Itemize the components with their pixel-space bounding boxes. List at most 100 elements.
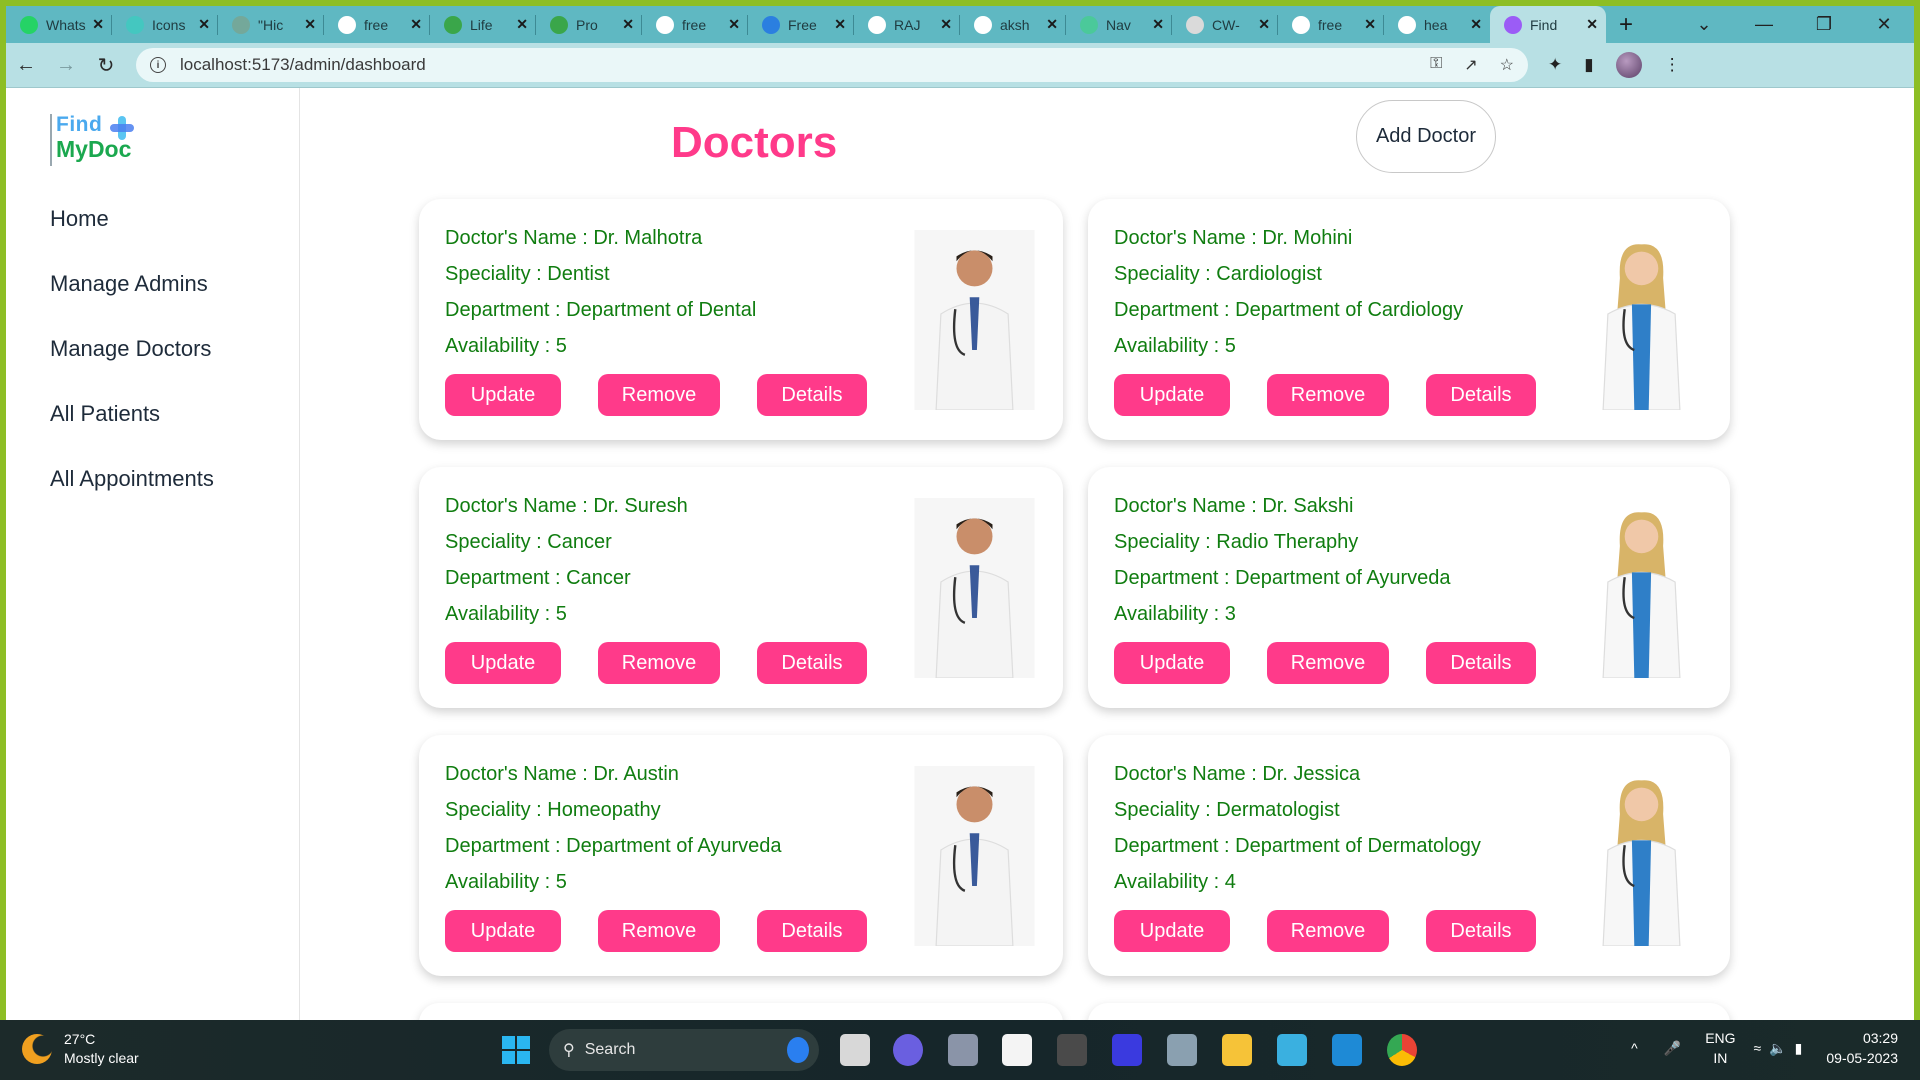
sidebar-item-all-patients[interactable]: All Patients — [50, 399, 214, 464]
doctor-department-value: Cancer — [566, 567, 631, 589]
browser-tab[interactable]: free ✕ — [324, 6, 430, 43]
doctor-name-value: Dr. Malhotra — [593, 227, 703, 249]
sidebar-item-manage-admins[interactable]: Manage Admins — [50, 269, 214, 334]
close-tab-icon[interactable]: ✕ — [834, 16, 846, 33]
address-bar[interactable]: i localhost:5173/admin/dashboard ⚿ ↗ ☆ — [136, 48, 1528, 82]
extensions-icon[interactable]: ✦ — [1548, 55, 1562, 75]
close-tab-icon[interactable]: ✕ — [92, 16, 104, 33]
close-tab-icon[interactable]: ✕ — [1152, 16, 1164, 33]
browser-tab[interactable]: free ✕ — [1278, 6, 1384, 43]
close-tab-icon[interactable]: ✕ — [1470, 16, 1482, 33]
findmydoc-logo[interactable]: Find MyDoc — [50, 114, 150, 166]
close-window-icon[interactable]: ✕ — [1854, 14, 1914, 35]
close-tab-icon[interactable]: ✕ — [410, 16, 422, 33]
browser-tab[interactable]: Nav ✕ — [1066, 6, 1172, 43]
browser-tab[interactable]: hea ✕ — [1384, 6, 1490, 43]
side-panel-icon[interactable]: ▮ — [1584, 55, 1593, 75]
star-icon[interactable]: ☆ — [1500, 55, 1514, 75]
close-tab-icon[interactable]: ✕ — [1046, 16, 1058, 33]
browser-tab[interactable]: Free ✕ — [748, 6, 854, 43]
bing-icon[interactable] — [787, 1037, 809, 1063]
start-icon[interactable] — [502, 1036, 530, 1064]
close-tab-icon[interactable]: ✕ — [516, 16, 528, 33]
site-info-icon[interactable]: i — [150, 57, 166, 73]
teams-icon[interactable] — [893, 1034, 923, 1066]
update-button[interactable]: Update — [1114, 642, 1230, 684]
back-icon[interactable]: ← — [6, 54, 46, 77]
update-button[interactable]: Update — [445, 374, 561, 416]
task-view-icon[interactable] — [840, 1034, 870, 1066]
share-icon[interactable]: ↗ — [1464, 55, 1477, 75]
remove-button[interactable]: Remove — [598, 910, 720, 952]
browser-tab[interactable]: aksh ✕ — [960, 6, 1066, 43]
doctor-department-value: Department of Dermatology — [1235, 835, 1481, 857]
update-button[interactable]: Update — [1114, 374, 1230, 416]
menu-icon[interactable]: ⋮ — [1664, 55, 1681, 75]
remove-button[interactable]: Remove — [598, 374, 720, 416]
remove-button[interactable]: Remove — [1267, 642, 1389, 684]
clock-date: 09-05-2023 — [1826, 1050, 1898, 1066]
update-button[interactable]: Update — [445, 642, 561, 684]
browser-tab[interactable]: "Hic ✕ — [218, 6, 324, 43]
browser-tab[interactable]: RAJ ✕ — [854, 6, 960, 43]
browser-tab[interactable]: Find ✕ — [1490, 6, 1606, 43]
file-explorer-icon[interactable] — [1222, 1034, 1252, 1066]
show-hidden-icons[interactable]: ^ — [1631, 1040, 1638, 1056]
url-text[interactable]: localhost:5173/admin/dashboard — [180, 55, 426, 75]
update-button[interactable]: Update — [1114, 910, 1230, 952]
close-tab-icon[interactable]: ✕ — [1258, 16, 1270, 33]
reload-icon[interactable]: ↻ — [86, 53, 126, 78]
close-tab-icon[interactable]: ✕ — [622, 16, 634, 33]
browser-tab-strip: WhatsApp✕Icons✕"Hic✕free✕Life✕Pro✕free✕F… — [6, 6, 1914, 43]
details-button[interactable]: Details — [1426, 642, 1536, 684]
calculator-icon[interactable] — [1167, 1034, 1197, 1066]
profile-avatar[interactable] — [1615, 52, 1642, 78]
taskbar-search[interactable]: ⚲ Search — [549, 1029, 819, 1071]
sidebar-item-manage-doctors[interactable]: Manage Doctors — [50, 334, 214, 399]
close-tab-icon[interactable]: ✕ — [940, 16, 952, 33]
editor-icon[interactable] — [1112, 1034, 1142, 1066]
browser-tab[interactable]: WhatsApp ✕ — [6, 6, 112, 43]
minimize-icon[interactable]: — — [1734, 14, 1794, 35]
details-button[interactable]: Details — [757, 374, 867, 416]
new-tab-button[interactable]: + — [1606, 6, 1646, 43]
sidebar-item-home[interactable]: Home — [50, 204, 214, 269]
close-tab-icon[interactable]: ✕ — [1364, 16, 1376, 33]
key-icon[interactable]: ⚿ — [1430, 55, 1442, 75]
battery-icon[interactable]: ▮ — [1795, 1040, 1803, 1057]
clock[interactable]: 03:29 09-05-2023 — [1826, 1028, 1898, 1068]
weather-widget[interactable]: 27°C Mostly clear — [22, 1030, 139, 1068]
store-icon[interactable] — [1002, 1034, 1032, 1066]
microphone-icon[interactable]: 🎤 — [1664, 1040, 1681, 1057]
browser-tab[interactable]: Icons ✕ — [112, 6, 218, 43]
unity-icon[interactable] — [1057, 1034, 1087, 1066]
notepad-icon[interactable] — [1277, 1034, 1307, 1066]
close-tab-icon[interactable]: ✕ — [304, 16, 316, 33]
language-indicator[interactable]: ENG IN — [1705, 1028, 1735, 1068]
details-button[interactable]: Details — [1426, 374, 1536, 416]
remove-button[interactable]: Remove — [1267, 374, 1389, 416]
remove-button[interactable]: Remove — [598, 642, 720, 684]
browser-tab[interactable]: Life ✕ — [430, 6, 536, 43]
maximize-icon[interactable]: ❐ — [1794, 14, 1854, 35]
close-tab-icon[interactable]: ✕ — [198, 16, 210, 33]
chrome-icon[interactable] — [1387, 1034, 1417, 1066]
details-button[interactable]: Details — [1426, 910, 1536, 952]
tab-search-icon[interactable]: ⌄ — [1674, 14, 1734, 35]
sidebar-item-all-appointments[interactable]: All Appointments — [50, 464, 214, 529]
forward-icon[interactable]: → — [46, 54, 86, 77]
camera-icon[interactable] — [948, 1034, 978, 1066]
volume-icon[interactable]: 🔈 — [1769, 1040, 1786, 1057]
browser-tab[interactable]: free ✕ — [642, 6, 748, 43]
browser-tab[interactable]: CW- ✕ — [1172, 6, 1278, 43]
browser-tab[interactable]: Pro ✕ — [536, 6, 642, 43]
close-tab-icon[interactable]: ✕ — [728, 16, 740, 33]
remove-button[interactable]: Remove — [1267, 910, 1389, 952]
details-button[interactable]: Details — [757, 642, 867, 684]
update-button[interactable]: Update — [445, 910, 561, 952]
vscode-icon[interactable] — [1332, 1034, 1362, 1066]
close-tab-icon[interactable]: ✕ — [1586, 16, 1598, 33]
add-doctor-button[interactable]: Add Doctor — [1356, 100, 1496, 173]
wifi-icon[interactable]: ≈ — [1754, 1040, 1762, 1056]
details-button[interactable]: Details — [757, 910, 867, 952]
